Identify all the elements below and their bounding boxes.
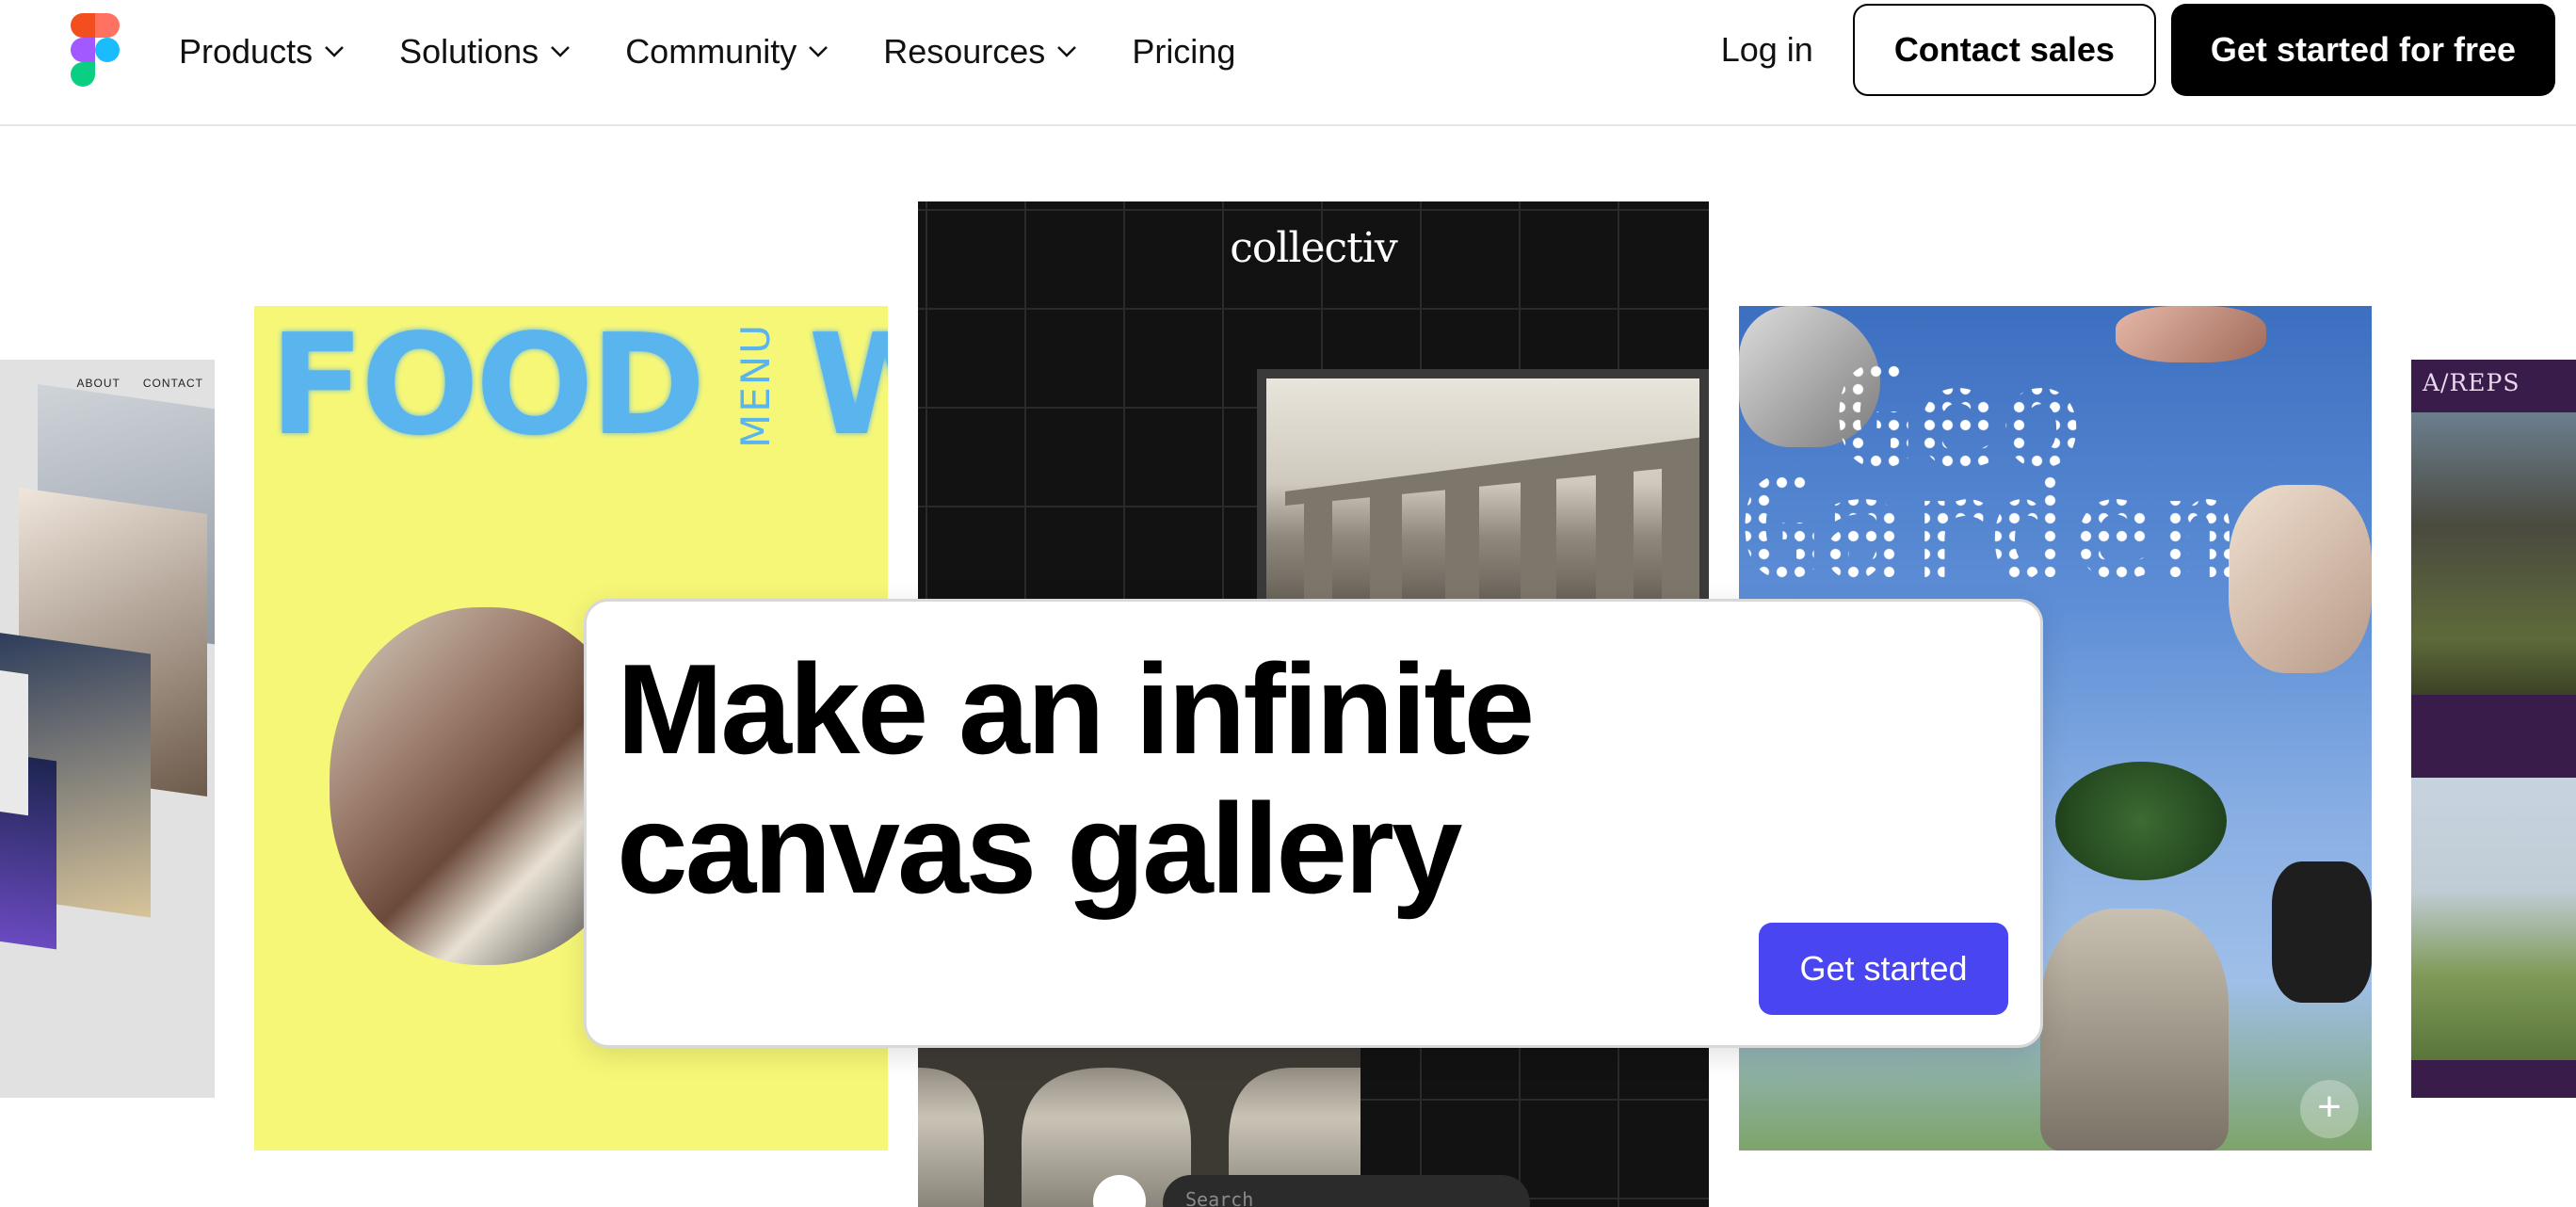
moss-oval-image (2055, 762, 2227, 880)
top-nav: Products Solutions Community Resources P… (0, 0, 2576, 126)
login-link[interactable]: Log in (1721, 30, 1813, 70)
food-works-title: FOOD MENU WORKS (269, 315, 888, 455)
nav-products-label: Products (179, 32, 314, 71)
nav-resources[interactable]: Resources (883, 32, 1077, 72)
nav-community-label: Community (625, 32, 797, 71)
get-started-free-button[interactable]: Get started for free (2170, 4, 2555, 96)
rock-image (2116, 306, 2266, 362)
hero-title: Make an infinite canvas gallery (617, 637, 1535, 920)
hero-dialog: Make an infinite canvas gallery Get star… (584, 599, 2043, 1048)
geo-garden-title: Geo Garden (1739, 348, 2241, 599)
menu-word: MENU (732, 322, 779, 448)
chevron-down-icon (809, 46, 829, 57)
black-rock-image (2272, 861, 2372, 1003)
chevron-down-icon (1057, 46, 1077, 57)
get-started-button[interactable]: Get started (1759, 923, 2008, 1015)
nav-pricing-label: Pricing (1132, 32, 1236, 71)
nav-resources-label: Resources (883, 32, 1046, 71)
crystal-image (2229, 485, 2372, 673)
collectiv-logo: collectiv (1230, 224, 1398, 272)
contact-sales-button[interactable]: Contact sales (1852, 4, 2156, 96)
works-word: WORKS (808, 306, 888, 466)
gallery-card-a-reps[interactable]: A/REPS (2411, 360, 2576, 1098)
nav-links: Products Solutions Community Resources P… (179, 0, 1290, 104)
card-mini-nav: ABOUT CONTACT (77, 377, 203, 390)
mini-nav-about: ABOUT (76, 377, 121, 390)
plus-icon[interactable]: + (2300, 1080, 2359, 1138)
nav-solutions[interactable]: Solutions (399, 32, 571, 72)
chevron-down-icon (325, 46, 344, 57)
nav-products[interactable]: Products (179, 32, 345, 72)
food-word: FOOD (269, 306, 706, 466)
nav-solutions-label: Solutions (399, 32, 539, 71)
garden-line: Garden (1739, 448, 2241, 610)
chevron-down-icon (551, 46, 571, 57)
gallery-card-left[interactable]: ABOUT CONTACT (0, 360, 215, 1098)
a-reps-label: A/REPS (2423, 369, 2520, 396)
nav-actions: Log in Contact sales Get started for fre… (1721, 4, 2555, 96)
reps-photo-field (2411, 778, 2576, 1060)
layered-image-panel (0, 666, 28, 816)
nav-community[interactable]: Community (625, 32, 829, 72)
reps-photo-horses (2411, 412, 2576, 695)
mini-nav-contact: CONTACT (142, 377, 203, 390)
nav-pricing[interactable]: Pricing (1132, 32, 1235, 72)
figma-logo-icon[interactable] (70, 13, 121, 87)
search-input[interactable]: Search (1163, 1175, 1530, 1207)
rock-stack-image (2040, 909, 2229, 1151)
